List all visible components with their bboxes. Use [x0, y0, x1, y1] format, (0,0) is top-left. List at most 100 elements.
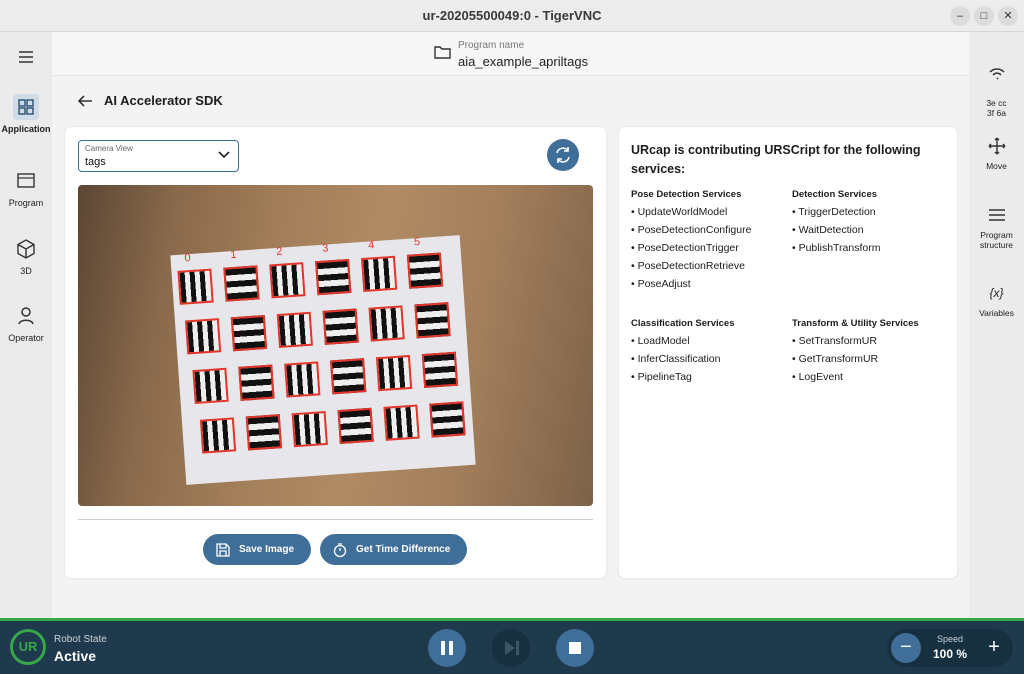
apriltag-board: 0 1 2 3 4 5 — [170, 235, 476, 485]
sidebar-item-program-structure[interactable]: Program structure — [969, 206, 1024, 250]
service-item: • PoseDetectionConfigure — [631, 224, 752, 236]
apriltag — [230, 314, 268, 352]
get-time-difference-button[interactable]: Get Time Difference — [320, 534, 467, 565]
program-header: Program name aia_example_apriltags — [52, 32, 969, 76]
pause-icon — [441, 641, 453, 655]
service-item: • WaitDetection — [792, 224, 864, 236]
connection-status[interactable]: 3e cc 3f 6a — [969, 54, 1024, 118]
speed-value: 100 % — [932, 647, 968, 661]
step-button[interactable] — [492, 629, 530, 667]
save-image-button[interactable]: Save Image — [203, 534, 311, 565]
service-item: • PipelineTag — [631, 371, 692, 383]
service-item: • PublishTransform — [792, 242, 881, 254]
left-sidebar: Application Program 3D Operator — [0, 32, 52, 620]
apriltag — [238, 364, 275, 401]
service-item: • PoseDetectionRetrieve — [631, 260, 745, 272]
speed-decrease-button[interactable]: − — [891, 633, 921, 663]
window-titlebar: ur-20205500049:0 - TigerVNC – □ ✕ — [0, 0, 1024, 32]
sidebar-item-3d[interactable]: 3D — [0, 236, 52, 276]
close-icon[interactable]: ✕ — [998, 6, 1018, 26]
apriltag — [368, 305, 405, 342]
maximize-icon[interactable]: □ — [974, 6, 994, 26]
apriltag — [192, 367, 229, 405]
window-title: ur-20205500049:0 - TigerVNC — [422, 8, 602, 23]
tag-column-number: 5 — [413, 235, 421, 249]
service-group-heading: Pose Detection Services — [631, 189, 742, 200]
service-group-heading: Classification Services — [631, 318, 735, 329]
grid-icon — [13, 94, 39, 120]
speed-label: Speed — [936, 634, 964, 644]
apriltag — [269, 262, 306, 299]
sidebar-item-label: Move — [986, 161, 1007, 171]
apriltag — [223, 265, 260, 302]
apriltag — [284, 361, 321, 398]
person-icon — [18, 307, 34, 325]
apriltag — [315, 258, 352, 296]
sidebar-item-program[interactable]: Program — [0, 168, 52, 208]
connection-id: 3e cc 3f 6a — [986, 98, 1007, 118]
sidebar-item-variables[interactable]: {x} Variables — [969, 284, 1024, 318]
step-icon — [505, 641, 519, 655]
hamburger-icon — [19, 51, 33, 63]
service-group-heading: Transform & Utility Services — [792, 318, 919, 329]
get-time-difference-label: Get Time Difference — [356, 544, 451, 555]
sidebar-item-label: Program — [8, 198, 44, 208]
sidebar-item-label: 3D — [20, 266, 32, 276]
back-arrow-icon[interactable] — [76, 93, 94, 109]
refresh-button[interactable] — [547, 139, 579, 171]
apriltag — [177, 268, 214, 305]
service-item: • PoseAdjust — [631, 278, 691, 290]
service-item: • InferClassification — [631, 353, 721, 365]
stop-icon — [569, 642, 581, 654]
chevron-down-icon — [218, 151, 230, 159]
folder-icon[interactable] — [434, 44, 452, 60]
stopwatch-icon — [333, 543, 347, 558]
variables-icon: {x} — [989, 286, 1004, 300]
sidebar-item-move[interactable]: Move — [969, 137, 1024, 171]
service-item: • UpdateWorldModel — [631, 206, 728, 218]
divider — [78, 519, 593, 520]
refresh-icon — [556, 147, 570, 163]
service-group: Pose Detection Services • UpdateWorldMod… — [631, 189, 791, 296]
apriltag — [383, 404, 420, 441]
service-group: Transform & Utility Services • SetTransf… — [792, 318, 952, 389]
apriltag — [337, 407, 374, 445]
sidebar-item-label: Program structure — [979, 230, 1014, 250]
speed-increase-button[interactable]: + — [979, 633, 1009, 663]
service-group: Classification Services • LoadModel • In… — [631, 318, 791, 389]
stop-button[interactable] — [556, 629, 594, 667]
service-item: • LoadModel — [631, 335, 690, 347]
apriltag — [330, 358, 367, 395]
save-image-label: Save Image — [239, 544, 295, 555]
apriltag — [375, 354, 413, 392]
service-item: • LogEvent — [792, 371, 843, 383]
pause-button[interactable] — [428, 629, 466, 667]
page-title: AI Accelerator SDK — [104, 93, 223, 108]
sidebar-item-label: Variables — [979, 308, 1014, 318]
service-item: • TriggerDetection — [792, 206, 876, 218]
move-icon — [988, 137, 1005, 155]
camera-view-label: Camera View — [85, 144, 133, 153]
sidebar-item-application[interactable]: Application — [0, 94, 52, 134]
camera-card: Camera View tags 0 1 2 3 4 5 Save Image … — [65, 127, 606, 578]
hamburger-menu-button[interactable] — [0, 44, 52, 74]
camera-view-select[interactable]: Camera View tags — [78, 140, 239, 172]
tag-column-number: 2 — [275, 245, 283, 258]
right-sidebar: 3e cc 3f 6a Move Program structure {x} V… — [969, 32, 1024, 620]
apriltag — [414, 302, 451, 339]
minimize-icon[interactable]: – — [950, 6, 970, 26]
save-icon — [216, 543, 230, 557]
program-name-label: Program name — [458, 40, 525, 51]
program-icon — [17, 173, 35, 188]
program-name[interactable]: aia_example_apriltags — [458, 54, 588, 69]
robot-state-label: Robot State — [54, 634, 107, 645]
camera-feed-image: 0 1 2 3 4 5 — [78, 185, 593, 506]
service-group-heading: Detection Services — [792, 189, 878, 200]
speed-control: − Speed 100 % + — [887, 629, 1013, 667]
ur-logo: UR — [10, 629, 46, 665]
wireless-icon — [988, 68, 1005, 80]
sidebar-item-operator[interactable]: Operator — [0, 303, 52, 343]
list-icon — [988, 209, 1005, 221]
apriltag — [322, 308, 359, 345]
cube-icon — [17, 239, 35, 259]
